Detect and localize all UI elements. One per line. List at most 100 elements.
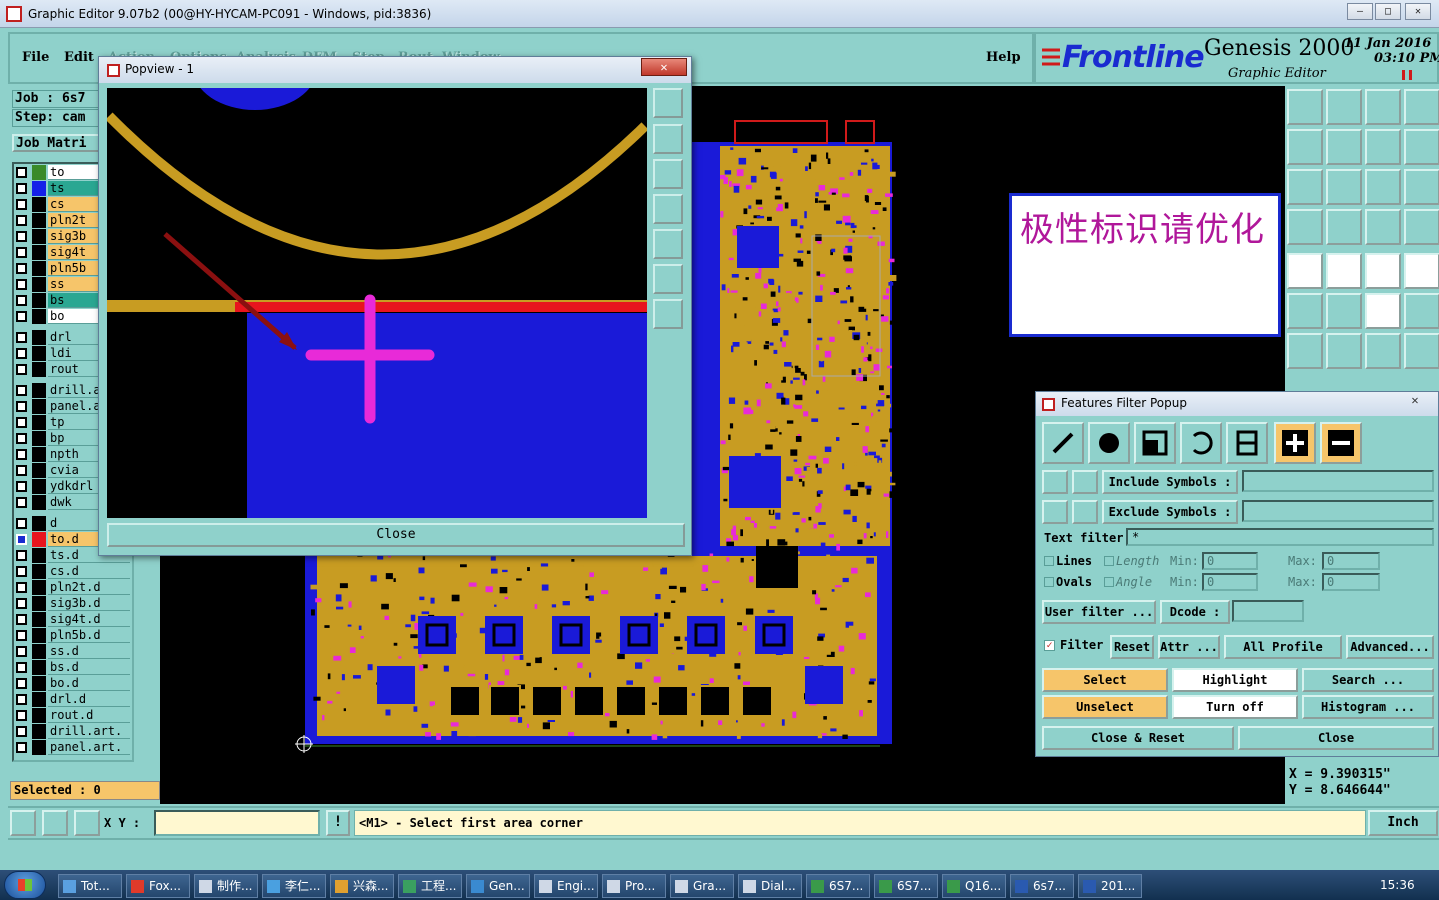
layer-checkbox[interactable]: [16, 417, 27, 428]
dcode-input[interactable]: [1232, 600, 1304, 622]
arc-type-icon[interactable]: [1180, 422, 1222, 464]
zoom-out-icon[interactable]: [653, 159, 683, 189]
line-type-icon[interactable]: [1042, 422, 1084, 464]
taskbar-item[interactable]: Gen...: [466, 874, 530, 898]
taskbar-item[interactable]: 工程...: [398, 874, 462, 898]
popview-close-button[interactable]: Close: [107, 523, 685, 547]
highlight-button[interactable]: Highlight: [1172, 668, 1298, 692]
search-button[interactable]: Search ...: [1302, 668, 1434, 692]
layer-checkbox[interactable]: [16, 401, 27, 412]
length-checkbox[interactable]: [1104, 556, 1114, 566]
layer-checkbox[interactable]: [16, 694, 27, 705]
menu-help[interactable]: Help: [986, 50, 1021, 65]
shift-icon[interactable]: [1404, 129, 1439, 165]
filter-close-x[interactable]: ✕: [1396, 393, 1434, 409]
filter-title-bar[interactable]: Features Filter Popup ✕: [1036, 392, 1438, 416]
taskbar-item[interactable]: Engi...: [534, 874, 598, 898]
menu-file[interactable]: File: [22, 50, 49, 65]
popview-title-bar[interactable]: Popview - 1 ✕: [99, 57, 691, 83]
layer-checkbox[interactable]: [16, 433, 27, 444]
layer-checkbox[interactable]: [16, 167, 27, 178]
layer-checkbox[interactable]: [16, 465, 27, 476]
include-symbols-input[interactable]: [1242, 470, 1434, 492]
all-profile-dropdown[interactable]: All Profile: [1224, 635, 1342, 659]
zoom-center-icon[interactable]: [1326, 169, 1362, 205]
layer-row[interactable]: bo.d: [14, 676, 132, 691]
undo-arc-icon[interactable]: [1365, 333, 1401, 369]
pad-type-icon[interactable]: [1088, 422, 1130, 464]
text-type-icon[interactable]: [1226, 422, 1268, 464]
length-min-input[interactable]: 0: [1202, 552, 1258, 570]
zoom-home-icon[interactable]: [1287, 89, 1323, 125]
grid-toggle-icon[interactable]: [1326, 209, 1362, 245]
layer-checkbox[interactable]: [16, 311, 27, 322]
fit-icon[interactable]: [653, 88, 683, 118]
layer-checkbox[interactable]: [16, 742, 27, 753]
taskbar-item[interactable]: Q16...: [942, 874, 1006, 898]
layer-checkbox[interactable]: [16, 678, 27, 689]
layer-checkbox[interactable]: [16, 183, 27, 194]
layer-checkbox[interactable]: [16, 481, 27, 492]
zoom-save-icon[interactable]: [1326, 89, 1362, 125]
angle-checkbox[interactable]: [1104, 577, 1114, 587]
polarity-icon[interactable]: [1326, 253, 1362, 289]
layer-row[interactable]: cs.d: [14, 564, 132, 579]
layer-row[interactable]: ss.d: [14, 644, 132, 659]
surface-type-icon[interactable]: [1134, 422, 1176, 464]
angle-min-input[interactable]: 0: [1202, 573, 1258, 591]
layer-checkbox[interactable]: [16, 449, 27, 460]
layer-checkbox[interactable]: [16, 726, 27, 737]
layer-checkbox[interactable]: [16, 710, 27, 721]
layer-row[interactable]: panel.art.: [14, 740, 132, 755]
layer-row[interactable]: sig4t.d: [14, 612, 132, 627]
text-filter-input[interactable]: *: [1126, 528, 1434, 546]
help-icon[interactable]: [1404, 169, 1439, 205]
layer-checkbox[interactable]: [16, 231, 27, 242]
layer-checkbox[interactable]: [16, 598, 27, 609]
taskbar-item[interactable]: Pro...: [602, 874, 666, 898]
layer-checkbox[interactable]: [16, 385, 27, 396]
popview-image[interactable]: [107, 88, 647, 518]
exclude-pick-icon[interactable]: [1042, 500, 1068, 524]
turn-off-button[interactable]: Turn off: [1172, 695, 1298, 719]
pad-icon[interactable]: [1287, 253, 1323, 289]
layer-row[interactable]: bs.d: [14, 660, 132, 675]
center-icon[interactable]: [653, 299, 683, 329]
ruler-icon[interactable]: [1365, 253, 1401, 289]
pan-right-icon[interactable]: [1326, 129, 1362, 165]
layer-checkbox[interactable]: [16, 348, 27, 359]
layer-row[interactable]: drl.d: [14, 692, 132, 707]
reset-button[interactable]: Reset: [1110, 635, 1154, 659]
layer-checkbox[interactable]: [16, 566, 27, 577]
menu-edit[interactable]: Edit: [64, 50, 94, 65]
taskbar-item[interactable]: 李仁...: [262, 874, 326, 898]
xy-input[interactable]: [154, 810, 320, 836]
taskbar-item[interactable]: Tot...: [58, 874, 122, 898]
cross-icon[interactable]: [1326, 293, 1362, 329]
length-max-input[interactable]: 0: [1322, 552, 1380, 570]
alert-icon[interactable]: !: [326, 810, 350, 836]
layer-checkbox[interactable]: [16, 364, 27, 375]
snap-edge-icon[interactable]: [1404, 209, 1439, 245]
layer-checkbox[interactable]: [16, 295, 27, 306]
histogram-button[interactable]: Histogram ...: [1302, 695, 1434, 719]
taskbar-item[interactable]: 6s7...: [1010, 874, 1074, 898]
pan-right-icon[interactable]: [653, 229, 683, 259]
taskbar-item[interactable]: 制作...: [194, 874, 258, 898]
pan-left-icon[interactable]: [653, 194, 683, 224]
minimize-button[interactable]: –: [1347, 3, 1373, 20]
user-filter-button[interactable]: User filter ...: [1042, 600, 1156, 624]
angle-max-input[interactable]: 0: [1322, 573, 1380, 591]
close-reset-button[interactable]: Close & Reset: [1042, 726, 1234, 750]
scale-icon[interactable]: [1365, 169, 1401, 205]
layer-checkbox[interactable]: [16, 332, 27, 343]
taskbar-item[interactable]: 6S7...: [806, 874, 870, 898]
layer-checkbox[interactable]: [16, 199, 27, 210]
layer-row[interactable]: pln5b.d: [14, 628, 132, 643]
layer-checkbox[interactable]: [16, 518, 27, 529]
taskbar-item[interactable]: 兴森...: [330, 874, 394, 898]
edge-icon[interactable]: [1404, 293, 1439, 329]
filter-checkbox[interactable]: ✓: [1044, 640, 1055, 651]
negative-polarity-icon[interactable]: [1320, 422, 1362, 464]
zoom-window-icon[interactable]: [1365, 129, 1401, 165]
